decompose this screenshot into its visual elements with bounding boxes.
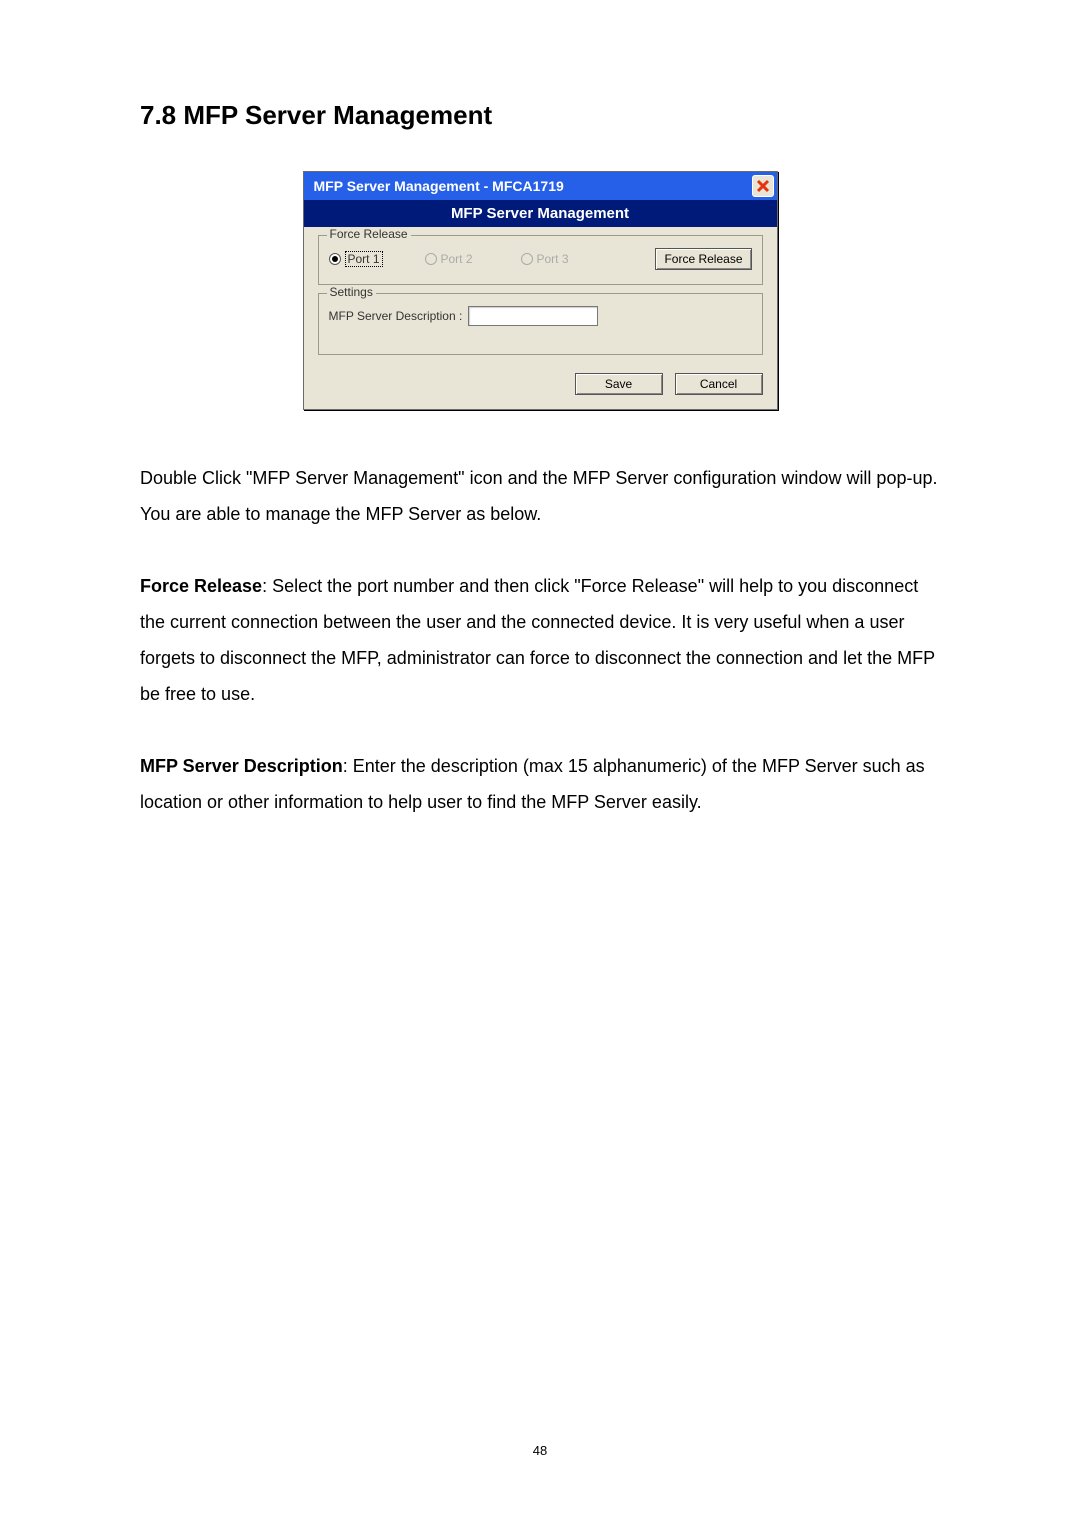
paragraph-description: MFP Server Description: Enter the descri… (140, 748, 940, 820)
force-release-group: Force Release Port 1 Port 2 Port 3 Force… (318, 235, 763, 285)
close-icon[interactable] (752, 175, 774, 197)
titlebar: MFP Server Management - MFCA1719 (304, 172, 777, 200)
port3-label: Port 3 (537, 252, 569, 266)
save-button[interactable]: Save (575, 373, 663, 395)
port2-label: Port 2 (441, 252, 473, 266)
description-input[interactable] (468, 306, 598, 326)
cancel-button[interactable]: Cancel (675, 373, 763, 395)
port1-label: Port 1 (345, 251, 383, 267)
port2-radio: Port 2 (425, 252, 515, 266)
page-number: 48 (533, 1443, 547, 1458)
port3-radio: Port 3 (521, 252, 611, 266)
force-release-legend: Force Release (327, 227, 411, 241)
force-release-term: Force Release (140, 576, 262, 596)
settings-legend: Settings (327, 285, 376, 299)
force-release-button[interactable]: Force Release (655, 248, 751, 270)
port1-radio[interactable]: Port 1 (329, 251, 419, 267)
radio-icon (425, 253, 437, 265)
dialog-wrapper: MFP Server Management - MFCA1719 MFP Ser… (140, 171, 940, 410)
section-heading: 7.8 MFP Server Management (140, 100, 940, 131)
paragraph-force-release: Force Release: Select the port number an… (140, 568, 940, 712)
radio-icon (329, 253, 341, 265)
dialog: MFP Server Management - MFCA1719 MFP Ser… (303, 171, 778, 410)
radio-icon (521, 253, 533, 265)
dialog-subtitle: MFP Server Management (304, 200, 777, 227)
settings-group: Settings MFP Server Description : (318, 293, 763, 355)
titlebar-text: MFP Server Management - MFCA1719 (314, 178, 564, 194)
description-label: MFP Server Description : (329, 309, 463, 323)
dialog-buttons: Save Cancel (304, 363, 777, 409)
paragraph-intro: Double Click "MFP Server Management" ico… (140, 460, 940, 532)
description-term: MFP Server Description (140, 756, 343, 776)
